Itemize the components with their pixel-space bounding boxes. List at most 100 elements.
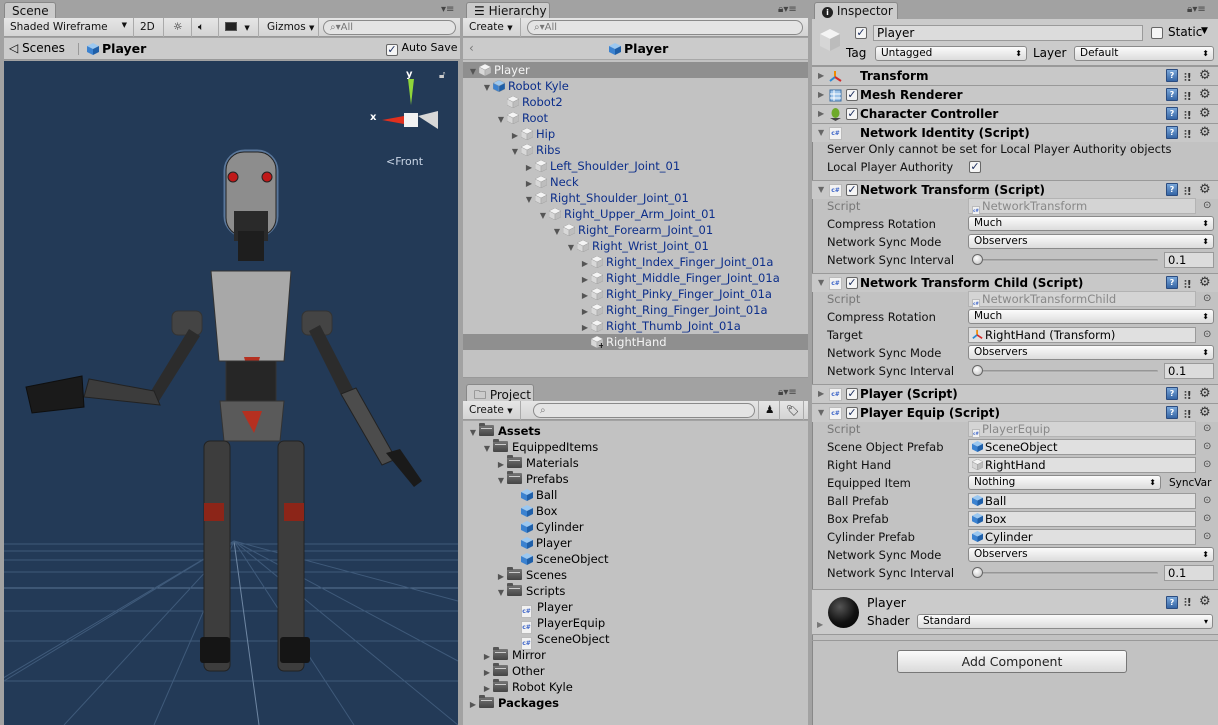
hierarchy-item[interactable]: ▼ Robot Kyle bbox=[463, 78, 808, 94]
help-book-icon[interactable]: ? bbox=[1166, 183, 1178, 196]
network-sync-interval-input[interactable]: 0.1 bbox=[1164, 565, 1214, 581]
project-item[interactable]: ▶ Scenes bbox=[463, 567, 567, 583]
hierarchy-item[interactable]: ▶ Right_Pinky_Finger_Joint_01a bbox=[463, 286, 808, 302]
static-dropdown-icon[interactable]: ▼ bbox=[1201, 26, 1208, 36]
project-item[interactable]: Ball bbox=[463, 487, 557, 503]
compress-rotation-dropdown[interactable]: Much ⬍ bbox=[968, 309, 1214, 324]
collapsed-arrow-icon[interactable]: ▶ bbox=[467, 697, 479, 713]
project-item[interactable]: Box bbox=[463, 503, 557, 519]
component-network-transform-child-header[interactable]: ▼ c# ✓ Network Transform Child (Script) … bbox=[812, 273, 1218, 292]
component-mesh-renderer-header[interactable]: ▶ ✓ Mesh Renderer ? ⫶! ⚙ bbox=[812, 85, 1218, 104]
help-book-icon[interactable]: ? bbox=[1166, 88, 1178, 101]
help-book-icon[interactable]: ? bbox=[1166, 69, 1178, 82]
expand-arrow-icon[interactable]: ▶ bbox=[818, 385, 824, 403]
slider-thumb[interactable] bbox=[972, 567, 983, 578]
object-picker-icon[interactable]: ⊙ bbox=[1203, 329, 1211, 340]
inspector-lock-menu-icon[interactable]: 🔒︎▾≡ bbox=[1187, 4, 1206, 15]
2d-toggle-button[interactable]: 2D bbox=[134, 18, 164, 37]
hierarchy-item[interactable]: ▶ Hip bbox=[463, 126, 808, 142]
object-picker-icon[interactable]: ⊙ bbox=[1203, 293, 1211, 304]
presets-icon[interactable]: ⫶! bbox=[1184, 126, 1192, 144]
project-item[interactable]: ▼ Scripts bbox=[463, 583, 565, 599]
object-picker-icon[interactable]: ⊙ bbox=[1203, 513, 1211, 524]
add-component-button[interactable]: Add Component bbox=[897, 650, 1127, 673]
project-create-button[interactable]: Create ▼ bbox=[463, 401, 521, 420]
project-item[interactable]: ▶ Other bbox=[463, 663, 545, 679]
hierarchy-item[interactable]: Robot2 bbox=[463, 94, 808, 110]
help-book-icon[interactable]: ? bbox=[1166, 276, 1178, 289]
gear-icon[interactable]: ⚙ bbox=[1199, 385, 1211, 403]
network-sync-interval-input[interactable]: 0.1 bbox=[1164, 252, 1214, 268]
compress-rotation-dropdown[interactable]: Much ⬍ bbox=[968, 216, 1214, 231]
auto-save-toggle[interactable]: ✓ Auto Save bbox=[386, 41, 458, 56]
gear-icon[interactable]: ⚙ bbox=[1199, 86, 1211, 104]
hierarchy-item[interactable]: ▶ Left_Shoulder_Joint_01 bbox=[463, 158, 808, 174]
component-player-header[interactable]: ▶ c# ✓ Player (Script) ? ⫶! ⚙ bbox=[812, 384, 1218, 403]
local-player-authority-checkbox[interactable]: ✓ bbox=[969, 161, 981, 173]
audio-toggle-button[interactable]: 🔈︎ bbox=[192, 18, 219, 37]
gear-icon[interactable]: ⚙ bbox=[1199, 181, 1211, 199]
scenes-breadcrumb[interactable]: ◁ Scenes bbox=[9, 41, 65, 55]
hierarchy-item[interactable]: ▶ Right_Ring_Finger_Joint_01a bbox=[463, 302, 808, 318]
component-network-transform-header[interactable]: ▼ c# ✓ Network Transform (Script) ? ⫶! ⚙ bbox=[812, 180, 1218, 199]
project-item[interactable]: ▼ EquippedItems bbox=[463, 439, 598, 455]
hierarchy-item[interactable]: ▶ Right_Index_Finger_Joint_01a bbox=[463, 254, 808, 270]
project-item[interactable]: c# Player bbox=[463, 599, 573, 618]
collapse-arrow-icon[interactable]: ▼ bbox=[818, 124, 824, 142]
hierarchy-item[interactable]: ▼ Right_Upper_Arm_Joint_01 bbox=[463, 206, 808, 222]
project-search-input[interactable]: ⌕ bbox=[533, 403, 755, 418]
component-transform-header[interactable]: ▶ Transform ? ⫶! ⚙ bbox=[812, 66, 1218, 85]
slider-thumb[interactable] bbox=[972, 365, 983, 376]
gizmos-dropdown[interactable]: Gizmos ▼ bbox=[261, 18, 319, 37]
tab-inspector[interactable]: i Inspector bbox=[814, 2, 898, 20]
help-book-icon[interactable]: ? bbox=[1166, 126, 1178, 139]
network-sync-mode-dropdown[interactable]: Observers ⬍ bbox=[968, 547, 1214, 562]
component-character-controller-header[interactable]: ▶ ✓ Character Controller ? ⫶! ⚙ bbox=[812, 104, 1218, 123]
tab-project[interactable]: 🗀 Project bbox=[466, 384, 534, 402]
hierarchy-search-input[interactable]: ⌕▾All bbox=[527, 20, 803, 35]
filter-by-label-button[interactable]: 🏷︎ bbox=[780, 401, 804, 420]
scene-object-prefab-field[interactable]: SceneObject bbox=[968, 439, 1196, 455]
project-item[interactable]: c# PlayerEquip bbox=[463, 615, 605, 634]
mesh-renderer-enabled-checkbox[interactable]: ✓ bbox=[846, 89, 858, 101]
help-book-icon[interactable]: ? bbox=[1166, 596, 1178, 609]
project-item[interactable]: SceneObject bbox=[463, 551, 609, 567]
help-book-icon[interactable]: ? bbox=[1166, 406, 1178, 419]
player-equip-enabled-checkbox[interactable]: ✓ bbox=[846, 407, 858, 419]
help-book-icon[interactable]: ? bbox=[1166, 387, 1178, 400]
effects-toggle-button[interactable]: ▼ bbox=[219, 18, 259, 37]
network-sync-interval-slider[interactable] bbox=[972, 252, 1158, 268]
object-picker-icon[interactable]: ⊙ bbox=[1203, 495, 1211, 506]
box-prefab-field[interactable]: Box bbox=[968, 511, 1196, 527]
hierarchy-item[interactable]: ▶ Right_Thumb_Joint_01a bbox=[463, 318, 808, 334]
orientation-gizmo[interactable]: y x <Front bbox=[364, 69, 444, 168]
object-picker-icon[interactable]: ⊙ bbox=[1203, 441, 1211, 452]
presets-icon[interactable]: ⫶! bbox=[1184, 596, 1192, 610]
slider-thumb[interactable] bbox=[972, 254, 983, 265]
project-item[interactable]: ▼ Prefabs bbox=[463, 471, 569, 487]
scene-search-input[interactable]: ⌕▾All bbox=[323, 20, 456, 35]
static-checkbox[interactable] bbox=[1151, 27, 1163, 39]
object-picker-icon[interactable]: ⊙ bbox=[1203, 200, 1211, 211]
shader-dropdown[interactable]: Standard ▾ bbox=[917, 614, 1213, 629]
hierarchy-item[interactable]: ▼ Root bbox=[463, 110, 808, 126]
view-label[interactable]: <Front bbox=[386, 155, 423, 168]
player-enabled-checkbox[interactable]: ✓ bbox=[846, 388, 858, 400]
hierarchy-item[interactable]: + RightHand bbox=[463, 334, 808, 350]
project-item[interactable]: ▶ Robot Kyle bbox=[463, 679, 573, 695]
expand-arrow-icon[interactable]: ▶ bbox=[817, 620, 823, 629]
network-sync-mode-dropdown[interactable]: Observers ⬍ bbox=[968, 234, 1214, 249]
object-picker-icon[interactable]: ⊙ bbox=[1203, 423, 1211, 434]
project-item[interactable]: ▶ Packages bbox=[463, 695, 559, 711]
project-item[interactable]: ▶ Materials bbox=[463, 455, 579, 471]
hierarchy-item[interactable]: ▼ Right_Wrist_Joint_01 bbox=[463, 238, 808, 254]
lock-icon[interactable]: 🔓︎ bbox=[439, 70, 445, 81]
network-transform-child-enabled-checkbox[interactable]: ✓ bbox=[846, 277, 858, 289]
expand-arrow-icon[interactable]: ▶ bbox=[818, 105, 824, 123]
network-sync-mode-dropdown[interactable]: Observers ⬍ bbox=[968, 345, 1214, 360]
project-item[interactable]: ▼ Assets bbox=[463, 423, 541, 439]
object-picker-icon[interactable]: ⊙ bbox=[1203, 531, 1211, 542]
component-player-equip-header[interactable]: ▼ c# ✓ Player Equip (Script) ? ⫶! ⚙ bbox=[812, 403, 1218, 422]
character-controller-enabled-checkbox[interactable]: ✓ bbox=[846, 108, 858, 120]
network-sync-interval-slider[interactable] bbox=[972, 363, 1158, 379]
